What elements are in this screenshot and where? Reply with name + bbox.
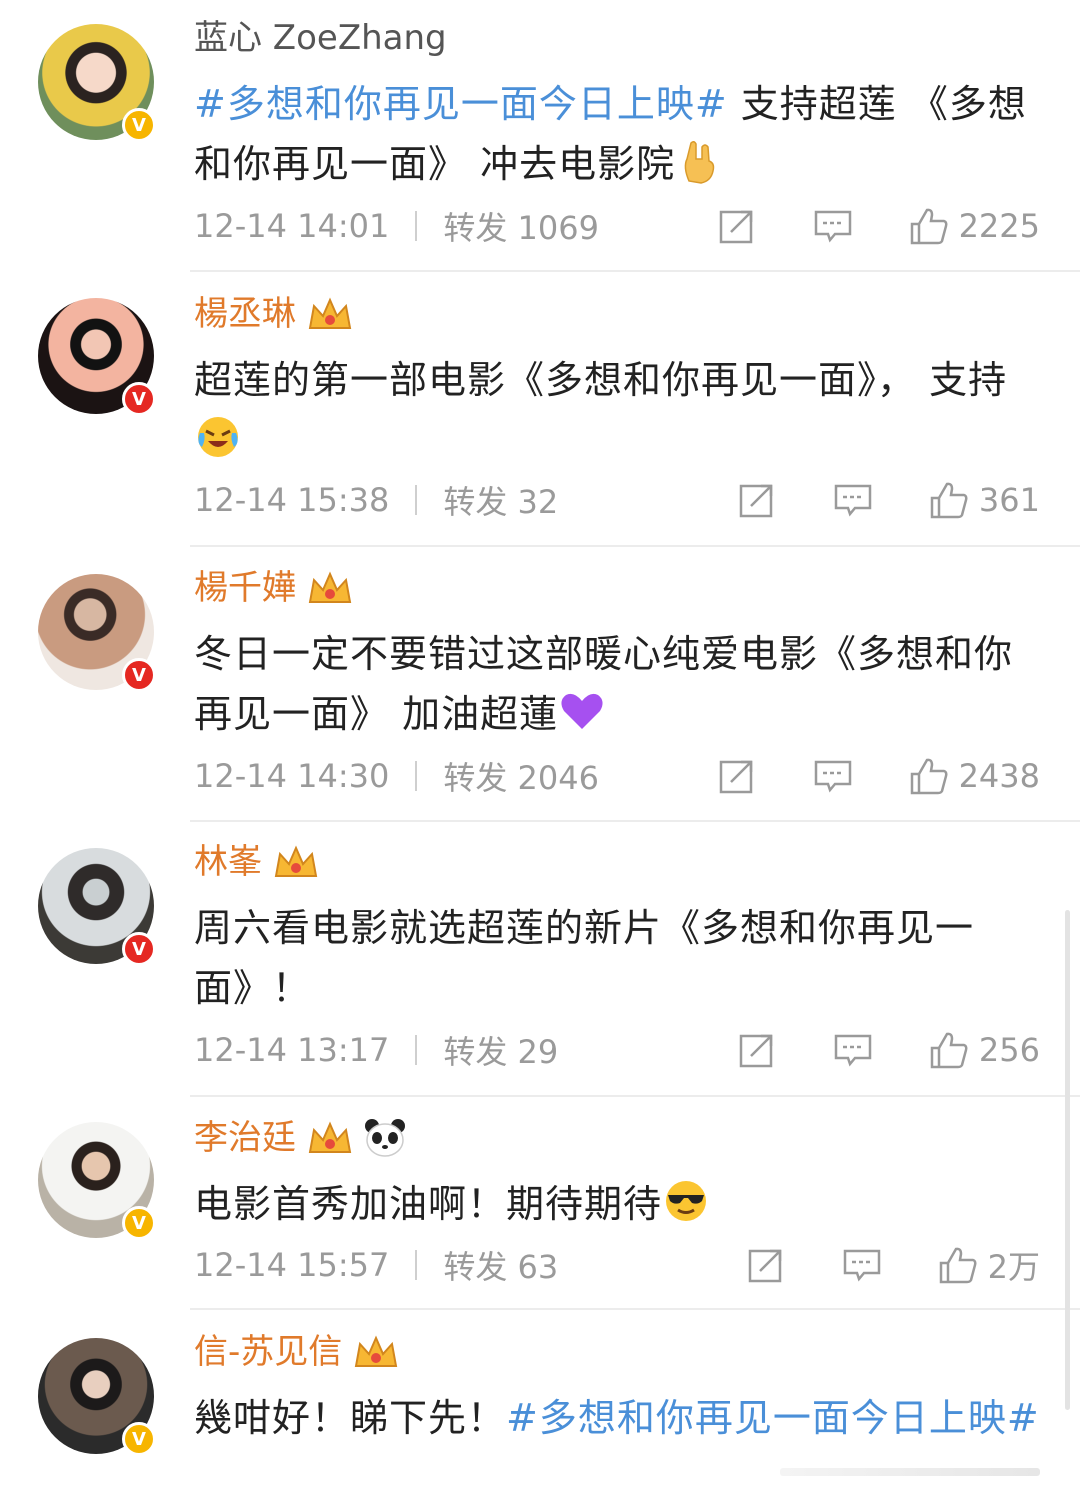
comment-text: 幾咁好！睇下先！#多想和你再见一面今日上映# xyxy=(194,1388,1044,1448)
avatar[interactable]: V xyxy=(38,24,156,142)
thumbs-up-icon[interactable] xyxy=(929,1030,969,1070)
panda-icon xyxy=(365,1119,405,1157)
verified-badge-icon: V xyxy=(122,1422,156,1456)
repost-count[interactable]: 转发 29 xyxy=(443,1027,737,1073)
timestamp: 12-14 13:17 xyxy=(194,1031,390,1069)
repost-count[interactable]: 转发 32 xyxy=(443,477,737,523)
comment-meta: 12-14 14:30 转发 2046 2438 xyxy=(194,754,1040,798)
thumbs-up-icon[interactable] xyxy=(909,206,949,246)
avatar[interactable]: V xyxy=(38,1122,156,1240)
timestamp: 12-14 15:38 xyxy=(194,481,390,519)
crown-icon xyxy=(308,297,352,329)
divider xyxy=(190,270,1080,272)
repost-count[interactable]: 转发 2046 xyxy=(443,753,716,799)
avatar[interactable]: V xyxy=(38,574,156,692)
comment-icon[interactable] xyxy=(833,1030,873,1070)
sunglasses-emoji-icon xyxy=(666,1181,707,1221)
repost-count[interactable]: 转发 1069 xyxy=(443,203,716,249)
divider xyxy=(415,485,418,515)
timestamp: 12-14 15:57 xyxy=(194,1246,390,1284)
divider xyxy=(415,1035,418,1065)
comment-body: 幾咁好！睇下先！ xyxy=(194,1396,507,1440)
timestamp: 12-14 14:01 xyxy=(194,207,390,245)
like-count: 2万 xyxy=(987,1248,1040,1286)
divider xyxy=(415,1250,418,1280)
like-count: 2438 xyxy=(958,757,1040,795)
thumbs-up-icon[interactable] xyxy=(909,756,949,796)
timestamp: 12-14 14:30 xyxy=(194,757,390,795)
comment-icon[interactable] xyxy=(813,206,853,246)
share-icon[interactable] xyxy=(717,206,757,246)
divider xyxy=(415,211,418,241)
crown-icon xyxy=(308,1121,352,1153)
verified-badge-icon: V xyxy=(122,658,156,692)
comment-body: 电影首秀加油啊！期待期待 xyxy=(194,1182,663,1226)
avatar[interactable]: V xyxy=(38,1338,156,1456)
hashtag-link[interactable]: #多想和你再见一面今日上映# xyxy=(194,82,728,126)
divider xyxy=(190,1308,1080,1310)
like-count: 2225 xyxy=(958,207,1040,245)
tears-of-joy-emoji-icon xyxy=(198,417,238,457)
divider xyxy=(415,761,418,791)
vertical-scrollbar[interactable] xyxy=(1065,910,1070,1410)
comment-meta: 12-14 14:01 转发 1069 2225 xyxy=(194,204,1040,248)
comment-icon[interactable] xyxy=(813,756,853,796)
avatar[interactable]: V xyxy=(38,298,156,416)
comment-meta: 12-14 15:38 转发 32 361 xyxy=(194,478,1040,522)
divider xyxy=(190,820,1080,822)
share-icon[interactable] xyxy=(717,756,757,796)
comment-icon[interactable] xyxy=(842,1245,882,1285)
username[interactable]: 蓝心 ZoeZhang xyxy=(194,18,447,58)
thumbs-up-icon[interactable] xyxy=(929,480,969,520)
comment-text: 冬日一定不要错过这部暖心纯爱电影《多想和你再见一面》 加油超蓮 xyxy=(194,624,1044,744)
avatar[interactable]: V xyxy=(38,848,156,966)
verified-badge-icon: V xyxy=(122,382,156,416)
comment-meta: 12-14 15:57 转发 63 2万 xyxy=(194,1243,1040,1287)
comment-text: 电影首秀加油啊！期待期待 xyxy=(194,1174,1044,1234)
comment-meta: 12-14 13:17 转发 29 256 xyxy=(194,1028,1040,1072)
rock-hand-emoji-icon xyxy=(684,140,715,184)
repost-count[interactable]: 转发 63 xyxy=(443,1242,745,1288)
divider xyxy=(190,1095,1080,1097)
verified-badge-icon: V xyxy=(122,108,156,142)
verified-badge-icon: V xyxy=(122,1206,156,1240)
verified-badge-icon: V xyxy=(122,932,156,966)
comment-text: 周六看电影就选超莲的新片《多想和你再见一面》！ xyxy=(194,898,1044,1018)
username[interactable]: 楊丞琳 xyxy=(194,294,296,334)
like-count: 256 xyxy=(978,1031,1040,1069)
thumbs-up-icon[interactable] xyxy=(938,1245,978,1285)
share-icon[interactable] xyxy=(737,480,777,520)
comment-text: 超莲的第一部电影《多想和你再见一面》， 支持 xyxy=(194,350,1044,470)
divider xyxy=(190,545,1080,547)
username[interactable]: 楊千嬅 xyxy=(194,568,296,608)
username[interactable]: 李治廷 xyxy=(194,1118,296,1158)
comment-body: 周六看电影就选超莲的新片《多想和你再见一面》！ xyxy=(194,906,975,1010)
purple-heart-emoji-icon xyxy=(561,693,603,729)
crown-icon xyxy=(308,571,352,603)
crown-icon xyxy=(274,845,318,877)
horizontal-scrollbar[interactable] xyxy=(780,1468,1040,1476)
comment-text: #多想和你再见一面今日上映# 支持超莲 《多想和你再见一面》 冲去电影院 xyxy=(194,74,1044,194)
share-icon[interactable] xyxy=(746,1245,786,1285)
username[interactable]: 林峯 xyxy=(194,842,262,882)
username[interactable]: 信-苏见信 xyxy=(194,1332,342,1372)
hashtag-link[interactable]: #多想和你再见一面今日上映# xyxy=(506,1396,1040,1440)
comment-icon[interactable] xyxy=(833,480,873,520)
crown-icon xyxy=(355,1335,398,1367)
comment-body: 超莲的第一部电影《多想和你再见一面》， 支持 xyxy=(194,358,1008,402)
share-icon[interactable] xyxy=(737,1030,777,1070)
like-count: 361 xyxy=(978,481,1040,519)
